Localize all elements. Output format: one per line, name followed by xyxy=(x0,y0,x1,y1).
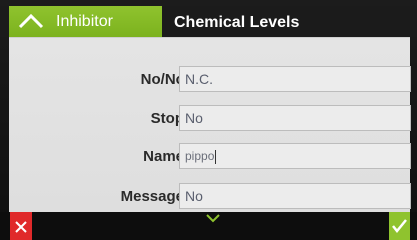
form-row-stop: Stop No xyxy=(9,105,411,133)
settings-form: No/Nc N.C. Stop No Name pippo Message No xyxy=(9,37,411,213)
back-button[interactable]: Inhibitor xyxy=(9,6,162,37)
name-value: pippo xyxy=(185,149,215,163)
back-button-label: Inhibitor xyxy=(56,13,113,30)
device-screen: Inhibitor Chemical Levels No/Nc N.C. Sto… xyxy=(0,0,417,240)
footer-bar xyxy=(0,212,417,240)
chevron-down-icon[interactable] xyxy=(205,213,221,223)
confirm-button[interactable] xyxy=(389,212,410,240)
chevron-up-icon xyxy=(18,13,44,29)
no-nc-field[interactable]: N.C. xyxy=(179,66,411,92)
cancel-button[interactable] xyxy=(10,212,32,240)
form-row-message: Message No xyxy=(9,183,411,211)
form-row-no-nc: No/Nc N.C. xyxy=(9,66,411,94)
message-label: Message xyxy=(120,188,184,205)
name-label: Name xyxy=(143,148,184,165)
text-cursor xyxy=(215,149,217,164)
stop-field[interactable]: No xyxy=(179,105,411,131)
page-title: Chemical Levels xyxy=(174,14,300,31)
header-bar: Inhibitor Chemical Levels xyxy=(0,6,417,37)
no-nc-label: No/Nc xyxy=(140,71,184,88)
name-field[interactable]: pippo xyxy=(179,143,411,169)
form-row-name: Name pippo xyxy=(9,143,411,171)
check-icon xyxy=(392,219,407,233)
close-icon xyxy=(15,221,27,233)
message-field[interactable]: No xyxy=(179,183,411,209)
